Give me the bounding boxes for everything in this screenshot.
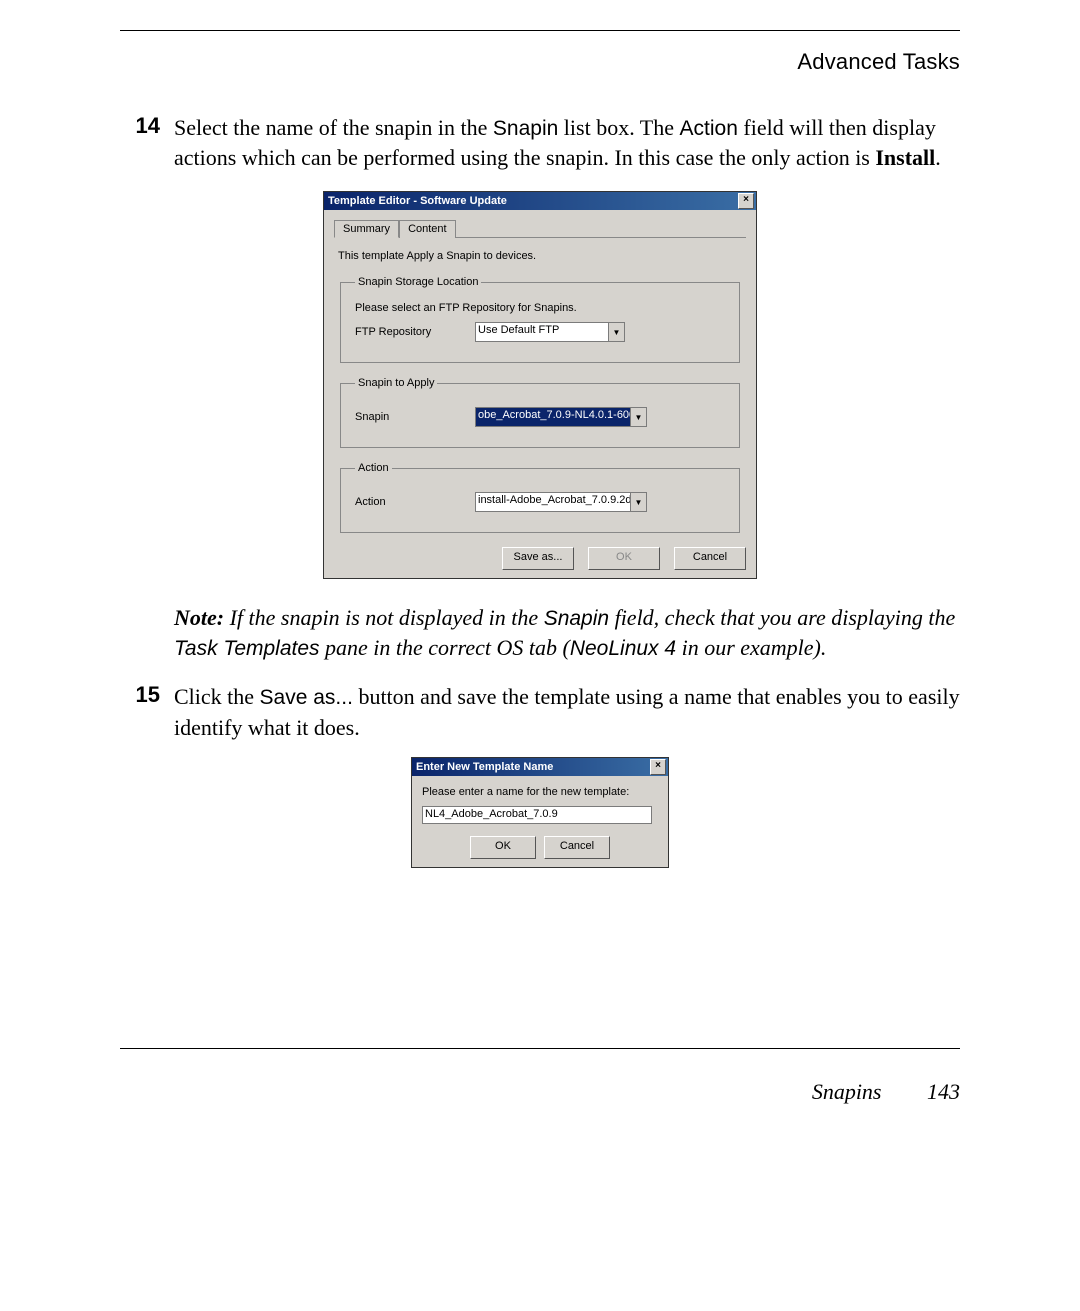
enter-template-name-dialog: Enter New Template Name × Please enter a… (411, 757, 669, 868)
snapin-storage-location-group: Snapin Storage Location Please select an… (340, 276, 740, 363)
tab-summary[interactable]: Summary (334, 220, 399, 238)
dialog2-titlebar: Enter New Template Name × (412, 758, 668, 776)
install-term: Install (875, 145, 935, 170)
tab-content[interactable]: Content (399, 220, 456, 238)
action-select[interactable]: install-Adobe_Acrobat_7.0.9.2do ▼ (475, 492, 647, 512)
ftp-repository-label: FTP Repository (355, 326, 475, 338)
chevron-down-icon[interactable]: ▼ (630, 408, 646, 426)
step-15-text: Click the Save as... button and save the… (174, 682, 960, 742)
close-icon[interactable]: × (650, 759, 666, 775)
template-editor-dialog: Template Editor - Software Update × Summ… (323, 191, 757, 579)
page-footer: Snapins 143 (120, 1079, 960, 1105)
dialog1-description: This template Apply a Snapin to devices. (338, 250, 742, 262)
dialog2-title: Enter New Template Name (416, 761, 650, 773)
neolinux-term: NeoLinux 4 (570, 637, 676, 660)
action-label: Action (355, 496, 475, 508)
template-name-prompt: Please enter a name for the new template… (422, 786, 658, 798)
dialog1-titlebar: Template Editor - Software Update × (324, 192, 756, 210)
ok-button[interactable]: OK (470, 836, 536, 859)
footer-page-number: 143 (927, 1079, 960, 1104)
snapin-term: Snapin (493, 117, 558, 140)
save-as-term: Save as... (260, 686, 353, 709)
action-term: Action (680, 117, 738, 140)
ok-button[interactable]: OK (588, 547, 660, 570)
chevron-down-icon[interactable]: ▼ (630, 493, 646, 511)
snapin-label: Snapin (355, 411, 475, 423)
note-label: Note: (174, 605, 224, 630)
snapin-term-note: Snapin (544, 607, 609, 630)
snapin-to-apply-legend: Snapin to Apply (355, 377, 437, 389)
template-name-input[interactable]: NL4_Adobe_Acrobat_7.0.9 (422, 806, 652, 824)
dialog1-tabs: Summary Content (334, 220, 746, 238)
snapin-to-apply-group: Snapin to Apply Snapin obe_Acrobat_7.0.9… (340, 377, 740, 448)
chevron-down-icon[interactable]: ▼ (608, 323, 624, 341)
step-14-number: 14 (120, 113, 174, 173)
action-group: Action Action install-Adobe_Acrobat_7.0.… (340, 462, 740, 533)
cancel-button[interactable]: Cancel (544, 836, 610, 859)
footer-section-name: Snapins (812, 1079, 882, 1104)
note-block: Note: If the snapin is not displayed in … (174, 603, 960, 662)
cancel-button[interactable]: Cancel (674, 547, 746, 570)
task-templates-term: Task Templates (174, 637, 320, 660)
close-icon[interactable]: × (738, 193, 754, 209)
ftp-hint-text: Please select an FTP Repository for Snap… (355, 302, 725, 314)
ftp-repository-select[interactable]: Use Default FTP ▼ (475, 322, 625, 342)
step-15-number: 15 (120, 682, 174, 742)
action-legend: Action (355, 462, 392, 474)
snapin-select[interactable]: obe_Acrobat_7.0.9-NL4.0.1-6002 ▼ (475, 407, 647, 427)
save-as-button[interactable]: Save as... (502, 547, 574, 570)
step-14: 14 Select the name of the snapin in the … (120, 113, 960, 173)
page-header-title: Advanced Tasks (120, 49, 960, 75)
dialog1-title: Template Editor - Software Update (328, 195, 738, 207)
step-15: 15 Click the Save as... button and save … (120, 682, 960, 742)
step-14-text: Select the name of the snapin in the Sna… (174, 113, 960, 173)
snapin-storage-location-legend: Snapin Storage Location (355, 276, 481, 288)
